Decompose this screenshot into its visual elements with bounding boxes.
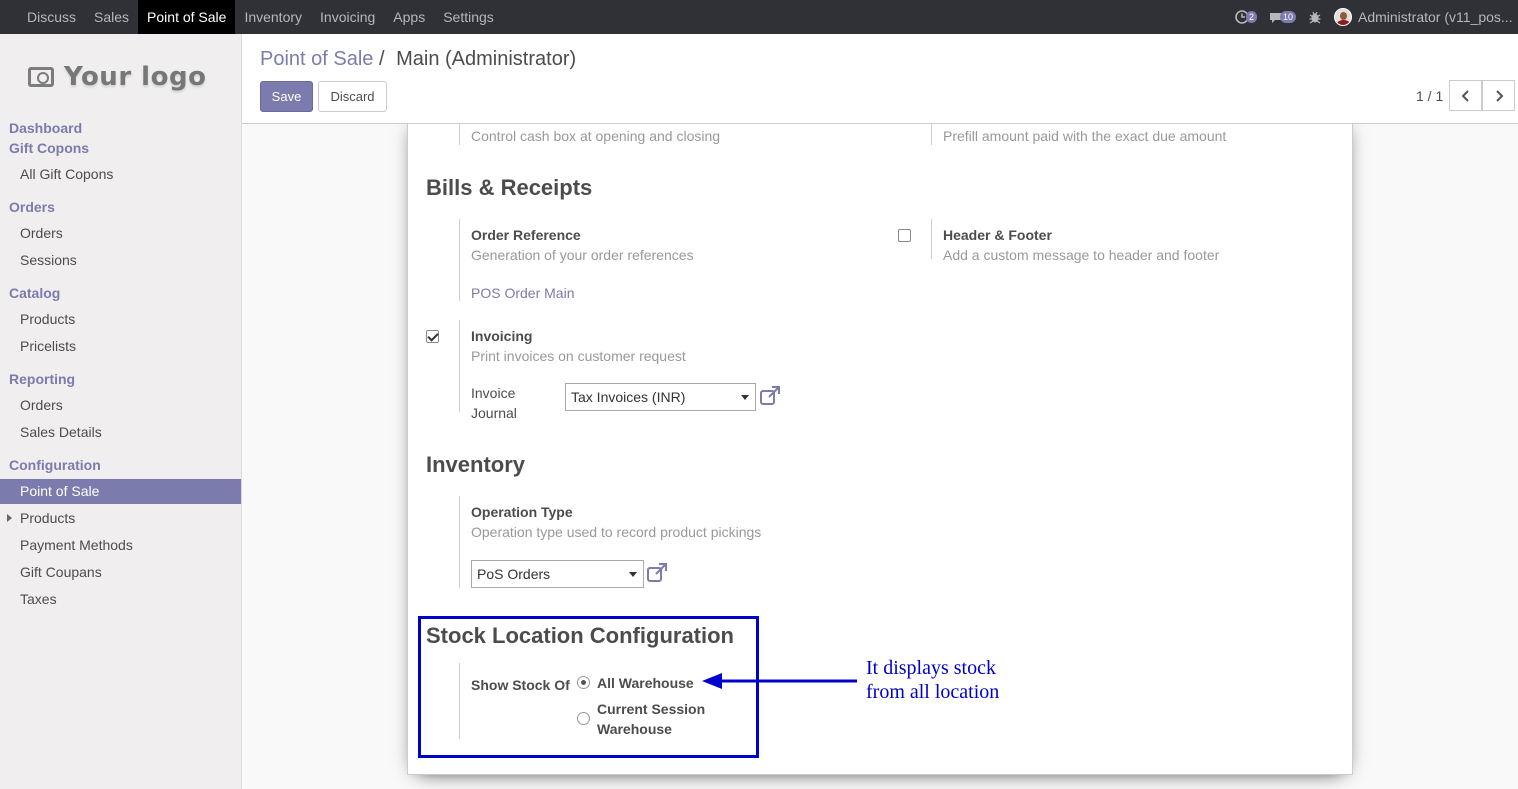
invoice-journal-select[interactable]: Tax Invoices (INR): [565, 383, 756, 411]
invoice-journal-label: Invoice: [471, 385, 516, 401]
annotation-arrow-icon: [702, 673, 857, 689]
messaging-menu[interactable]: 10: [1269, 11, 1296, 24]
external-link-icon: [647, 563, 667, 582]
invoicing-help: Print invoices on customer request: [471, 348, 686, 364]
sidebar-section-catalog: Catalog: [9, 285, 61, 301]
invoicing-checkbox[interactable]: [426, 330, 439, 343]
breadcrumb: Point of Sale / Main (Administrator): [260, 48, 576, 71]
annotation-text: It displays stock from all location: [866, 656, 999, 704]
header-footer-label: Header & Footer: [943, 227, 1052, 243]
sidebar-item-payment-methods[interactable]: Payment Methods: [0, 533, 241, 558]
section-title-bills: Bills & Receipts: [426, 175, 593, 200]
header-footer-checkbox[interactable]: [898, 229, 911, 242]
sidebar-item-point-of-sale[interactable]: Point of Sale: [0, 479, 241, 504]
divider: [459, 219, 460, 301]
order-reference-link[interactable]: POS Order Main: [471, 285, 574, 301]
control-panel: Point of Sale / Main (Administrator) Sav…: [242, 34, 1518, 124]
top-navbar: Discuss Sales Point of Sale Inventory In…: [0, 0, 1518, 34]
header-footer-help: Add a custom message to header and foote…: [943, 247, 1220, 263]
sidebar-item-dashboard[interactable]: Dashboard: [9, 120, 82, 136]
user-avatar[interactable]: [1334, 8, 1352, 26]
invoicing-label: Invoicing: [471, 328, 533, 344]
order-reference-help: Generation of your order references: [471, 247, 694, 263]
save-button[interactable]: Save: [260, 81, 313, 112]
sidebar-item-gift-copons[interactable]: Gift Copons: [9, 140, 89, 156]
divider: [931, 219, 932, 259]
main-menu: Discuss Sales Point of Sale Inventory In…: [0, 0, 503, 34]
user-menu[interactable]: Administrator (v11_pos...: [1358, 9, 1518, 25]
chevron-left-icon: [1461, 89, 1469, 102]
sidebar-item-report-orders[interactable]: Orders: [0, 393, 241, 418]
bug-icon: [1309, 11, 1321, 24]
caret-right-icon: [7, 514, 12, 522]
invoice-journal-external-link[interactable]: [759, 385, 781, 407]
sidebar-section-reporting: Reporting: [9, 371, 76, 387]
sidebar-item-all-gift-copons[interactable]: All Gift Copons: [0, 162, 241, 187]
section-title-inventory: Inventory: [426, 452, 526, 477]
company-logo[interactable]: Your logo: [28, 52, 218, 102]
sidebar-item-pricelists[interactable]: Pricelists: [0, 334, 241, 359]
sidebar-item-products[interactable]: Products: [0, 307, 241, 332]
annotation-line-2: from all location: [866, 681, 1000, 703]
sidebar: Your logo Dashboard Gift Copons All Gift…: [0, 34, 242, 789]
chevron-right-icon: [1495, 89, 1503, 102]
breadcrumb-parent[interactable]: Point of Sale: [260, 48, 373, 70]
divider: [459, 496, 460, 588]
menu-invoicing[interactable]: Invoicing: [311, 0, 384, 34]
pager-value[interactable]: 1 / 1: [1416, 88, 1443, 104]
external-link-icon: [760, 386, 780, 405]
camera-icon: [28, 67, 54, 87]
pager-previous-button[interactable]: [1449, 80, 1482, 111]
systray: 2 10 Administrator (v11_pos...: [1235, 0, 1518, 34]
sidebar-item-taxes[interactable]: Taxes: [0, 587, 241, 612]
menu-discuss[interactable]: Discuss: [18, 0, 85, 34]
activity-menu[interactable]: 2: [1235, 10, 1257, 24]
logo-text: Your logo: [64, 62, 207, 92]
sidebar-item-sales-details[interactable]: Sales Details: [0, 420, 241, 445]
sidebar-section-orders: Orders: [9, 199, 55, 215]
divider: [931, 124, 932, 145]
prefill-amount-help: Prefill amount paid with the exact due a…: [943, 128, 1227, 144]
menu-inventory[interactable]: Inventory: [235, 0, 311, 34]
sidebar-item-config-products[interactable]: Products: [0, 506, 241, 531]
menu-sales[interactable]: Sales: [85, 0, 138, 34]
menu-point-of-sale[interactable]: Point of Sale: [138, 0, 236, 34]
activity-count-badge: 2: [1245, 11, 1257, 23]
order-reference-label: Order Reference: [471, 227, 581, 243]
operation-type-select[interactable]: PoS Orders: [471, 560, 644, 588]
divider: [459, 320, 460, 412]
sidebar-section-configuration: Configuration: [9, 457, 101, 473]
annotation-line-1: It displays stock: [866, 657, 996, 679]
sidebar-item-sessions[interactable]: Sessions: [0, 248, 241, 273]
breadcrumb-current: Main (Administrator): [396, 48, 577, 70]
operation-type-label: Operation Type: [471, 504, 573, 520]
operation-type-external-link[interactable]: [646, 562, 668, 584]
divider: [459, 124, 460, 145]
menu-settings[interactable]: Settings: [434, 0, 503, 34]
discard-button[interactable]: Discard: [318, 81, 387, 112]
invoice-journal-label-line2: Journal: [471, 405, 517, 421]
breadcrumb-separator: /: [378, 48, 385, 70]
cash-control-help: Control cash box at opening and closing: [471, 128, 721, 144]
sidebar-item-label: Products: [20, 510, 76, 526]
sidebar-item-gift-coupans[interactable]: Gift Coupans: [0, 560, 241, 585]
operation-type-help-text: Operation type used to record product pi…: [471, 524, 762, 540]
sidebar-item-orders[interactable]: Orders: [0, 221, 241, 246]
debug-menu[interactable]: [1308, 10, 1322, 24]
message-count-badge: 10: [1279, 11, 1296, 23]
menu-apps[interactable]: Apps: [384, 0, 434, 34]
pager-next-button[interactable]: [1482, 80, 1515, 111]
